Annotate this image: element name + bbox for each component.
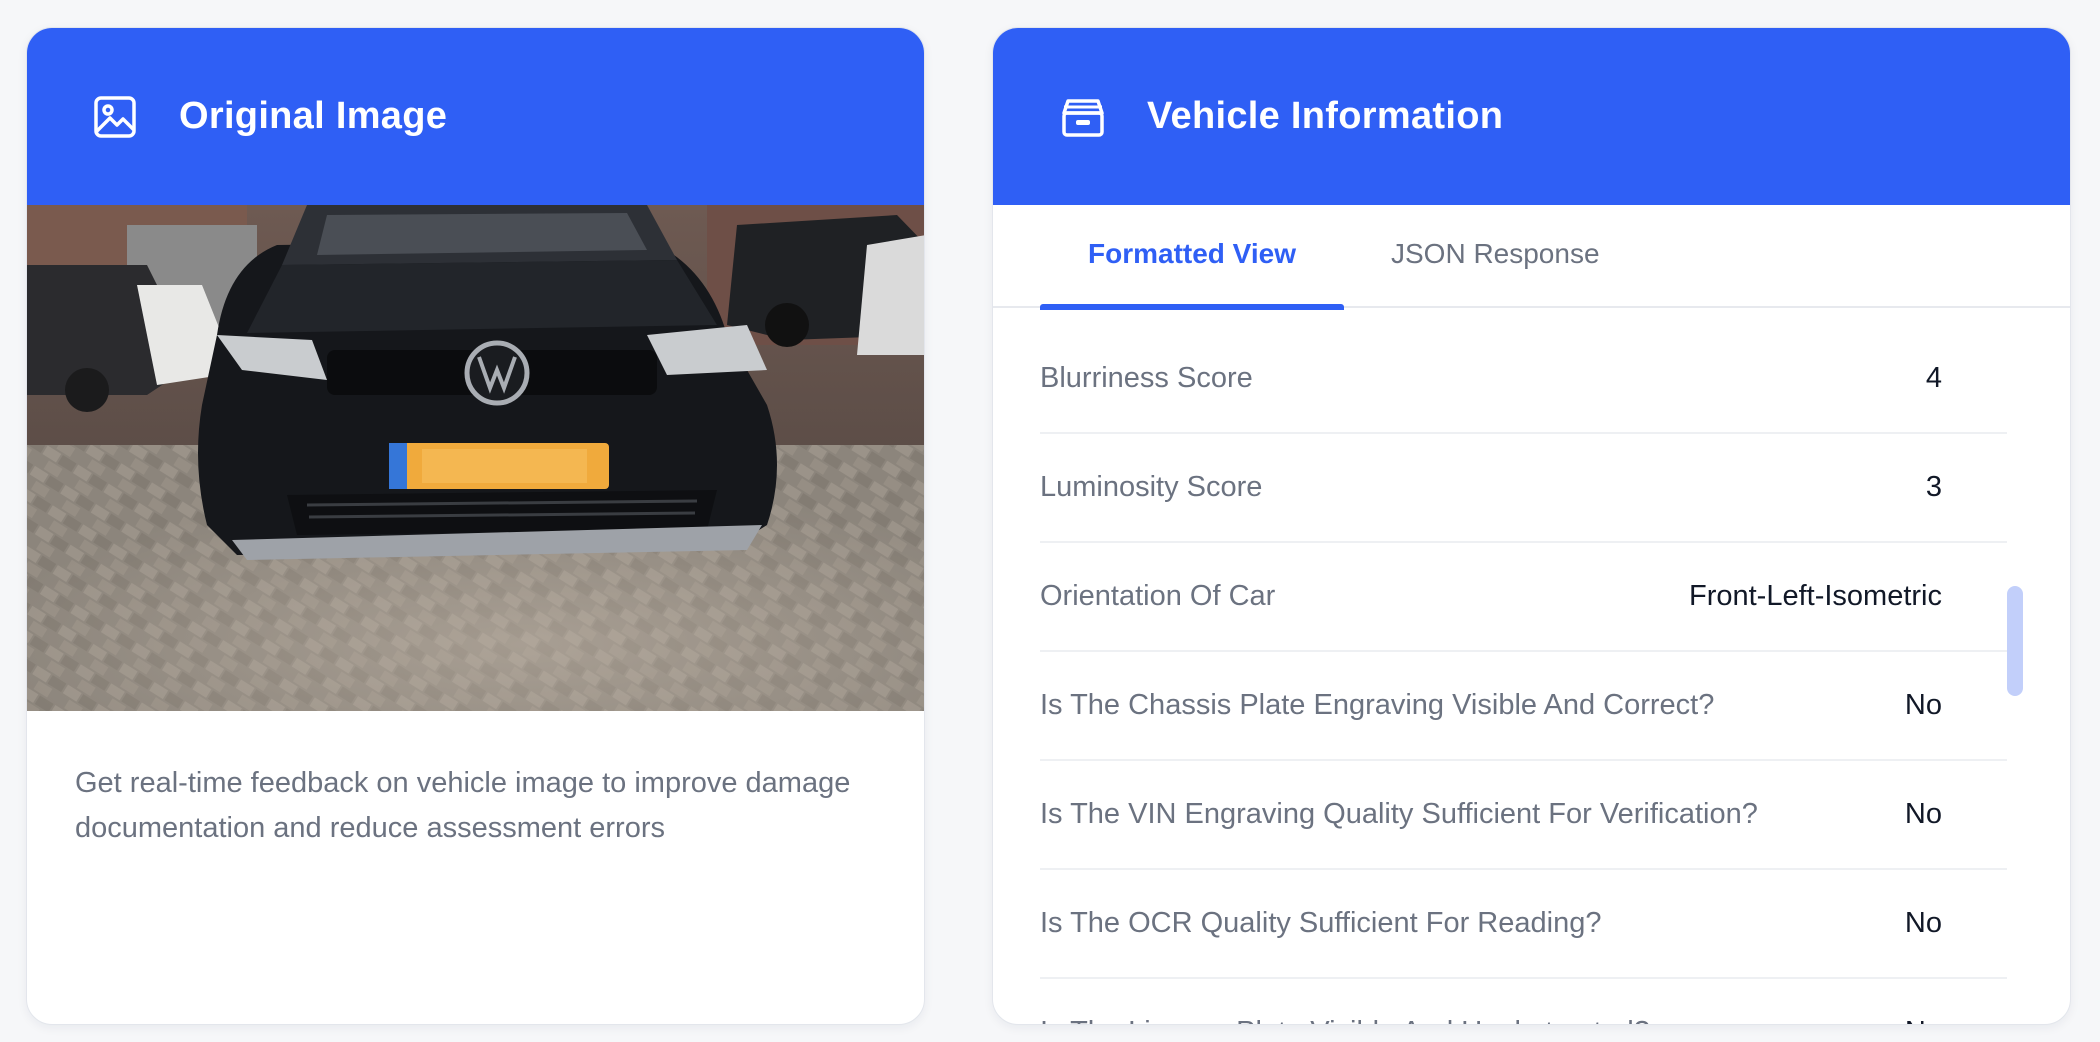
list-item: Is The OCR Quality Sufficient For Readin… (1040, 870, 2007, 979)
vehicle-information-header: Vehicle Information (993, 28, 2070, 205)
attribute-label: Orientation Of Car (1040, 580, 1276, 612)
attribute-label: Is The VIN Engraving Quality Sufficient … (1040, 798, 1758, 830)
original-image-title: Original Image (179, 95, 448, 137)
vehicle-information-card: Vehicle Information Formatted View JSON … (992, 27, 2071, 1025)
vehicle-photo (27, 205, 924, 711)
original-image-header: Original Image (27, 28, 924, 205)
description-text: Get real-time feedback on vehicle image … (75, 767, 851, 844)
attribute-label: Luminosity Score (1040, 471, 1263, 503)
attribute-value: No (1905, 1016, 1942, 1024)
attribute-value: 4 (1925, 362, 1942, 394)
list-item: Luminosity Score 3 (1040, 434, 2007, 543)
list-item: Is The VIN Engraving Quality Sufficient … (1040, 761, 2007, 870)
attribute-value: No (1904, 689, 1942, 721)
attribute-value: No (1904, 907, 1942, 939)
attribute-value: Front-Left-Isometric (1689, 580, 1942, 612)
original-image-card: Original Image Get real-time feedback on… (26, 27, 925, 1025)
vehicle-attributes-list: Blurriness Score 4 Luminosity Score 3 Or… (1040, 325, 2007, 1024)
vehicle-information-title: Vehicle Information (1147, 95, 1504, 137)
list-item: Is The License Plate Visible And Unobstr… (1040, 979, 2007, 1024)
attribute-value: No (1904, 798, 1942, 830)
list-item: Orientation Of Car Front-Left-Isometric (1040, 543, 2007, 652)
attribute-label: Is The License Plate Visible And Unobstr… (1040, 1016, 1650, 1024)
attribute-label: Is The OCR Quality Sufficient For Readin… (1040, 907, 1602, 939)
archive-box-icon (1062, 98, 1104, 137)
view-tabs: Formatted View JSON Response (993, 205, 2070, 310)
attribute-label: Blurriness Score (1040, 362, 1253, 394)
tab-json-response[interactable]: JSON Response (1344, 205, 1647, 308)
list-item: Blurriness Score 4 (1040, 325, 2007, 434)
list-item: Is The Chassis Plate Engraving Visible A… (1040, 652, 2007, 761)
image-icon (94, 95, 136, 138)
attribute-value: 3 (1925, 471, 1942, 503)
tab-formatted-view[interactable]: Formatted View (1040, 205, 1344, 310)
attribute-label: Is The Chassis Plate Engraving Visible A… (1040, 689, 1715, 721)
scrollbar-thumb[interactable] (2007, 586, 2023, 696)
